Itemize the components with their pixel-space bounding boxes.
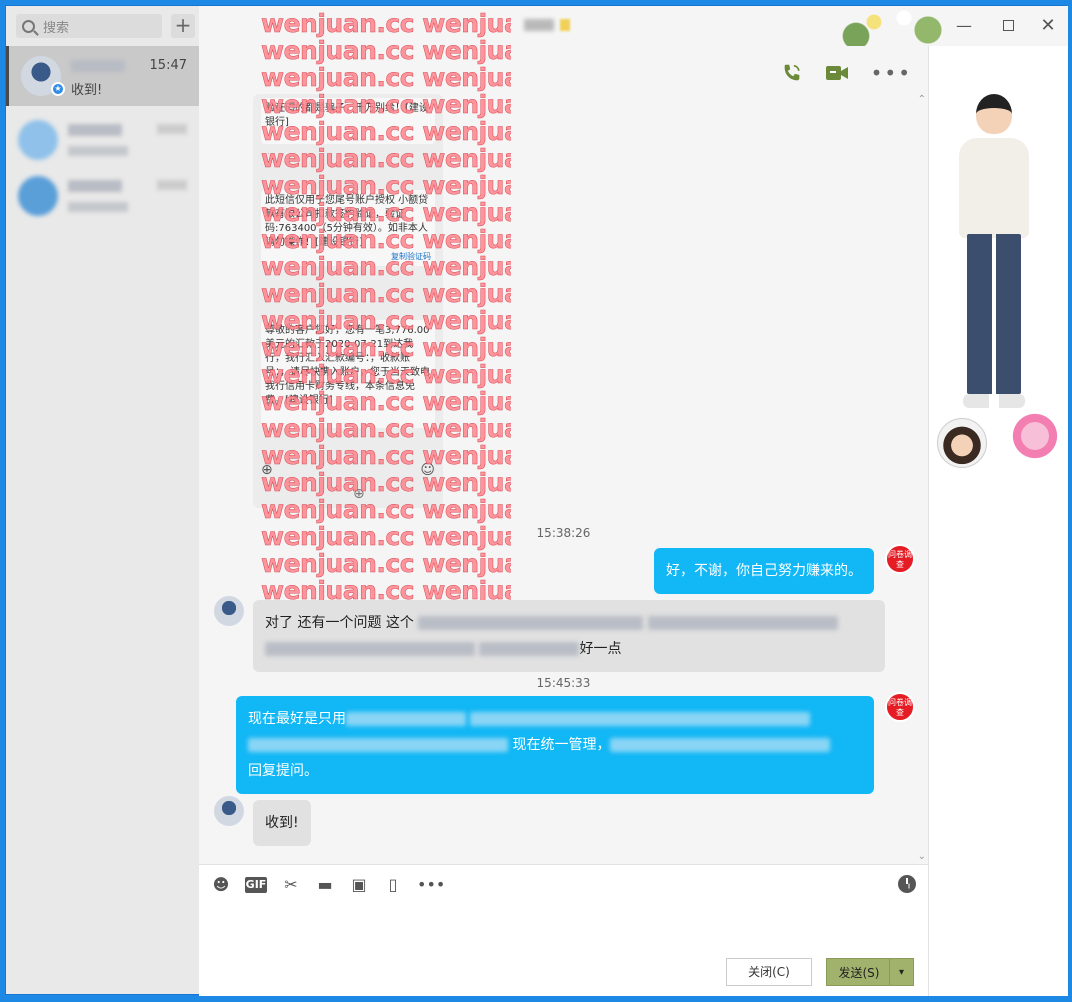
redacted-text [418,616,644,630]
gif-icon[interactable]: GIF [245,877,267,893]
message-text: 现在最好是只用 [248,711,346,727]
folder-icon[interactable]: ▬ [315,875,335,895]
close-window-button[interactable]: ✕ [1036,14,1060,38]
redacted-text [647,616,838,630]
conversation-item[interactable] [6,110,199,170]
send-options-chevron-icon[interactable]: ▾ [889,959,913,985]
conversation-last-message: 收到! [71,83,103,98]
sms-text: 此短信仅用于您尾号账户授权 小额贷款有限公司扣款签约验证，验证码:763400（… [265,195,429,248]
title-bar: — ✕ [199,6,1068,46]
flower-decoration [838,6,958,46]
sms-card: 验证码的都是骗子，千万别给！[建设银行] [261,98,435,144]
redacted-text [470,712,811,726]
sms-card: 尊敬的客户您好，您有一笔3,776.00美元的汇款于2020-07-21到达我行… [261,320,435,428]
contact-avatar [18,176,58,216]
window-title-redacted [524,19,554,31]
incoming-message[interactable]: 对了 还有一个问题 这个 好一点 [253,600,885,672]
maximize-button[interactable] [996,14,1020,38]
more-tools-icon[interactable]: ••• [417,875,445,895]
sms-text: 验证码的都是骗子，千万别给！[建设银行] [265,103,429,128]
screenshot-scissors-icon[interactable]: ✂ [281,875,301,895]
conversation-time: 15:47 [149,58,187,73]
redacted-text [248,738,508,752]
send-button[interactable]: 发送(S) ▾ [826,958,914,986]
add-button[interactable]: + [171,14,195,38]
show-panel [928,46,1068,996]
search-input[interactable]: 搜索 [43,17,69,36]
composer-toolbar: ☻ GIF ✂ ▬ ▣ ▯ ••• [211,875,446,895]
redacted-text [479,642,580,656]
search-box[interactable]: 搜索 [16,14,162,38]
message-text: 现在统一管理， [512,737,611,753]
more-options-icon[interactable]: ••• [871,63,912,83]
message-text: 回复提问。 [248,763,318,779]
verified-badge-icon: ★ [51,82,65,96]
image-message[interactable]: 验证码的都是骗子，千万别给！[建设银行] · · · 此短信仅用于您尾号账户授权… [253,94,443,508]
message-composer: ☻ GIF ✂ ▬ ▣ ▯ ••• 关闭(C) 发送(S) ▾ [199,864,928,996]
redacted-text [265,642,475,656]
chat-actions: ••• [781,62,912,84]
scroll-down-icon[interactable]: ⌄ [918,851,926,862]
emoji-icon[interactable]: ☻ [211,875,231,895]
title-tag-icon [560,19,570,31]
incoming-message[interactable]: 收到! [253,800,311,846]
message-text: 好，不谢，你自己努力赚来的。 [666,563,862,579]
avatar-show-figure [949,86,1039,421]
survey-badge: 问卷调查 [885,692,915,722]
video-call-icon[interactable] [825,64,849,82]
conversation-item-active[interactable]: ★ 15:47 收到! [6,46,199,106]
image-icon[interactable]: ▣ [349,875,369,895]
add-circle-icon: ⊕ [261,462,273,478]
sms-card: 此短信仅用于您尾号账户授权 小额贷款有限公司扣款签约验证，验证码:763400（… [261,190,435,266]
peer-avatar [214,596,244,626]
maximize-icon [1002,20,1014,31]
sms-text: 尊敬的客户您好，您有一笔3,776.00美元的汇款于2020-07-21到达我行… [265,325,430,406]
redacted-text [610,738,831,752]
conversation-preview-redacted [68,146,128,156]
survey-badge: 问卷调查 [885,544,915,574]
chat-window: 搜索 + ★ 15:47 收到! — ✕ ••• ⌃ 验证码的都是骗子，千万别给… [5,5,1068,996]
message-timestamp: 15:38:26 [536,526,591,540]
shake-window-icon[interactable]: ▯ [383,875,403,895]
message-text: 对了 还有一个问题 这个 [265,615,414,631]
contact-avatar [18,120,58,160]
pet-character[interactable] [1007,412,1063,472]
outgoing-message[interactable]: 现在最好是只用 现在统一管理， 回复提问。 [236,696,874,794]
peer-avatar [214,796,244,826]
image-toolbar: ⊕ ☺ [261,462,435,478]
outgoing-message[interactable]: 好，不谢，你自己努力赚来的。 [654,548,874,594]
chat-area: ••• ⌃ 验证码的都是骗子，千万别给！[建设银行] · · · 此短信仅用于您… [199,10,928,864]
send-button-label: 发送(S) [838,966,880,980]
voice-call-icon[interactable] [781,62,803,84]
contact-name-redacted [68,124,122,136]
conversation-item[interactable] [6,166,199,226]
contact-name-redacted [68,180,122,192]
scroll-up-icon[interactable]: ⌃ [918,94,926,105]
self-avatar[interactable] [937,418,987,468]
copy-code-link: 复制验证码 [391,252,431,261]
conversation-preview-redacted [68,202,128,212]
conversation-time-redacted [157,180,187,190]
close-button[interactable]: 关闭(C) [726,958,812,986]
zoom-icon: ⊕ [353,486,365,502]
sms-meta: · · · [263,150,275,158]
message-history-icon[interactable] [898,875,916,893]
minimize-button[interactable]: — [952,14,976,38]
search-icon [22,19,35,33]
message-text: 好一点 [579,641,622,657]
message-text: 收到! [265,815,299,831]
emoji-circle-icon: ☺ [420,462,435,478]
conversation-time-redacted [157,124,187,134]
contact-name-redacted [71,60,125,72]
message-timestamp: 15:45:33 [536,676,591,690]
redacted-text [346,712,466,726]
conversation-sidebar: 搜索 + ★ 15:47 收到! [6,6,199,994]
